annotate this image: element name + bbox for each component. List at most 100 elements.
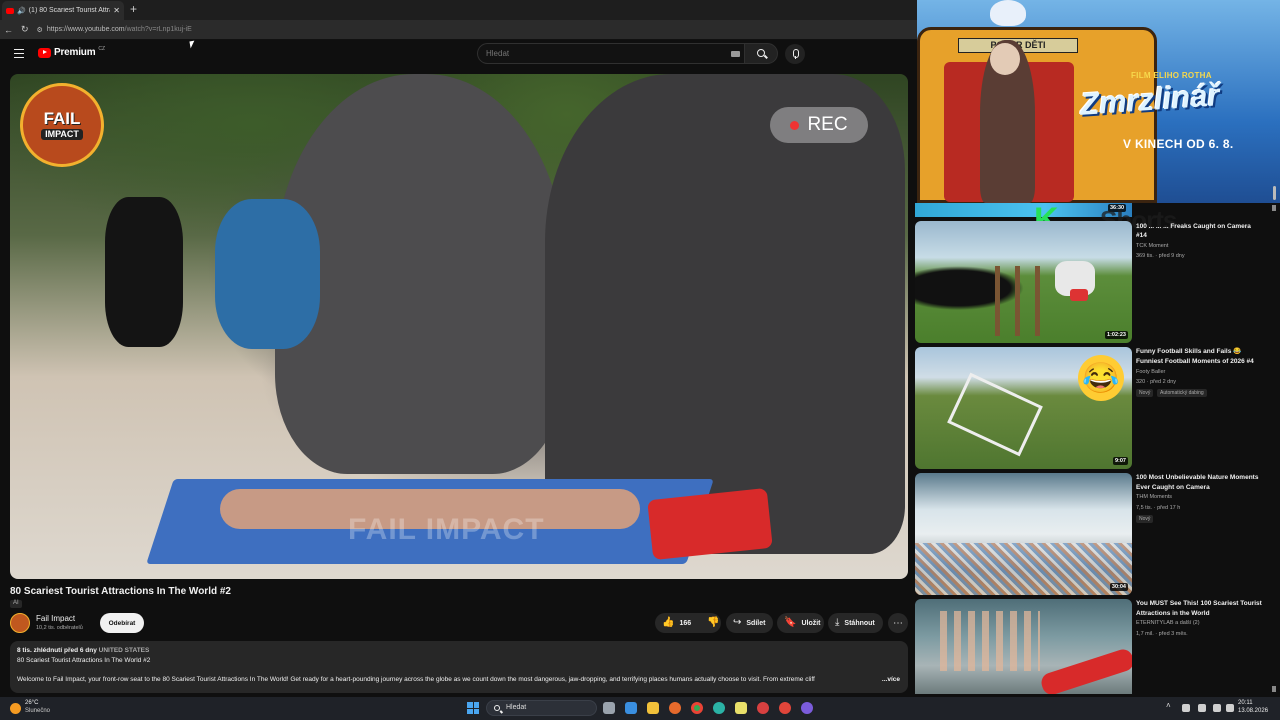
ad-scroll-indicator [1273,186,1276,200]
channel-avatar[interactable] [10,613,30,633]
ad-character-face [990,43,1020,75]
more-actions-button[interactable]: ⋯ [888,613,908,633]
download-label: Stáhnout [844,619,875,627]
recommendation-channel[interactable]: THM Moments [1136,494,1172,500]
new-tab-button[interactable]: + [130,2,142,16]
recommendation-title[interactable]: Funny Football Skills and Fails 😂 Funnie… [1136,347,1266,366]
thumbnail-red-shorts [1070,289,1088,301]
search-input[interactable] [477,43,744,64]
ad-ice-cream-mascot [990,0,1026,26]
description-line-2: 80 Scariest Tourist Attractions In The W… [17,657,151,664]
download-button[interactable]: ⤓ Stáhnout [828,613,883,633]
tab-title: (1) 80 Scariest Tourist Attracti [28,7,111,14]
task-view-icon[interactable] [603,702,615,714]
search-button[interactable] [744,43,778,64]
media-app-icon[interactable] [779,702,791,714]
thumbnail-fence [995,266,1055,336]
site-info-icon[interactable]: ⚙ [37,26,43,34]
tray-expand-icon[interactable]: ˄ [1166,701,1171,710]
display-icon[interactable] [1213,704,1221,712]
like-count[interactable]: 166 [679,620,691,627]
thumbnail-crowd [915,543,1132,595]
upload-date: před 6 dny [63,647,97,654]
notes-app-icon[interactable] [735,702,747,714]
like-icon[interactable]: 👍 [662,618,674,628]
hamburger-menu-icon[interactable] [14,49,24,58]
recommendation-thumbnail[interactable] [915,599,1132,694]
video-title: 80 Scariest Tourist Attractions In The W… [10,586,231,597]
subscriber-count: 10,2 tis. odběratelů [36,625,83,631]
channel-name[interactable]: Fail Impact [36,614,75,623]
video-player[interactable] [10,74,908,579]
logo-text: Premium [54,47,96,58]
recommendation-thumbnail[interactable]: 30:04 [915,473,1132,595]
cloud-icon[interactable] [1182,704,1190,712]
ai-tag: AI [10,600,22,608]
recommendation-meta: 7,5 tis. · před 17 h [1136,505,1181,511]
firefox-icon[interactable] [669,702,681,714]
sidebar-scroll-up[interactable] [1272,205,1276,211]
bookmark-icon: 🔖 [784,617,797,628]
recommendation-meta: 1,7 mil. · před 3 měs. [1136,631,1188,637]
recording-indicator: REC [770,107,868,143]
logo-region: CZ [98,45,106,52]
thumbnail-slide [1038,646,1132,694]
clock-date[interactable]: 13.08.2026 [1238,708,1268,714]
upload-location[interactable]: UNITED STATES [99,647,150,654]
recommendation-title[interactable]: You MUST See This! 100 Scariest Tourist … [1136,599,1266,618]
url-host: https://www.youtube.com [46,26,125,33]
video-duration: 1:02:23 [1105,331,1128,339]
share-button[interactable]: ↪ Sdílet [726,613,773,633]
close-tab-icon[interactable]: ✕ [113,6,120,15]
dislike-icon[interactable]: 👎 [707,618,719,628]
weather-temperature[interactable]: 26°C [25,700,38,706]
edge-icon[interactable] [713,702,725,714]
save-button[interactable]: 🔖 Uložit [777,613,824,633]
subscribe-button[interactable]: Odebírat [100,613,144,633]
sun-icon[interactable] [10,703,21,714]
weather-condition[interactable]: Slunečno [25,708,50,714]
browser-tab-active[interactable]: 🔊 (1) 80 Scariest Tourist Attracti ✕ [2,1,124,20]
video-frame-person-2 [215,199,320,349]
url-field[interactable]: ⚙ https://www.youtube.com/watch?v=rLnp1k… [37,26,192,34]
recommendation-title[interactable]: 100 Most Unbelievable Nature Moments Eve… [1136,473,1266,492]
description-body: Welcome to Fail Impact, your front-row s… [17,676,815,683]
taskbar-search[interactable]: Hledat [486,700,597,716]
recommendation-channel[interactable]: Footy Baller [1136,369,1165,375]
description-box[interactable]: 8 tis. zhlédnutí před 6 dny UNITED STATE… [10,641,908,693]
speaker-icon[interactable]: 🔊 [17,7,26,15]
rec-label: REC [807,114,848,135]
badge-line-1: FAIL [43,109,81,128]
keyboard-icon[interactable] [731,51,740,57]
messenger-icon[interactable] [801,702,813,714]
volume-icon[interactable] [1226,704,1234,712]
voice-search-button[interactable] [785,44,805,64]
app-icon[interactable] [757,702,769,714]
save-label: Uložit [801,619,821,627]
description-more-link[interactable]: ...více [878,676,900,683]
recommendation-thumbnail[interactable]: 1:02:23 [915,221,1132,343]
youtube-premium-logo[interactable]: Premium CZ [38,45,106,58]
new-badge: Nový [1136,515,1154,523]
clock-time[interactable]: 20:11 [1238,700,1253,706]
recommendation-channel[interactable]: ETERNITYLAB a další (2) [1136,620,1200,626]
file-explorer-icon[interactable] [647,702,659,714]
laughing-emoji-icon: 😂 [1078,355,1124,401]
url-path: /watch?v=rLnp1kuj-iE [124,26,192,33]
recommendation-thumbnail[interactable]: 😂 9:07 [915,347,1132,469]
download-icon: ⤓ [835,617,840,628]
chrome-icon[interactable] [691,702,703,714]
view-count: 8 tis. zhlédnutí [17,647,63,654]
recommendation-title[interactable]: 100 ... ... ... Freaks Caught on Camera … [1136,222,1261,240]
recommendation-meta: 320 · před 2 dny [1136,379,1177,385]
reload-icon[interactable]: ↻ [21,24,29,35]
recommendation-channel[interactable]: TCK Moment [1136,243,1168,249]
mail-icon[interactable] [625,702,637,714]
back-icon[interactable]: ← [4,25,13,35]
search-icon [494,705,500,711]
video-duration: 30:04 [1109,583,1128,591]
sidebar-scroll-down[interactable] [1272,686,1276,692]
address-bar: ← ↻ ⚙ https://www.youtube.com/watch?v=rL… [0,20,917,40]
windows-start-icon[interactable] [467,702,479,714]
pen-icon[interactable] [1198,704,1206,712]
